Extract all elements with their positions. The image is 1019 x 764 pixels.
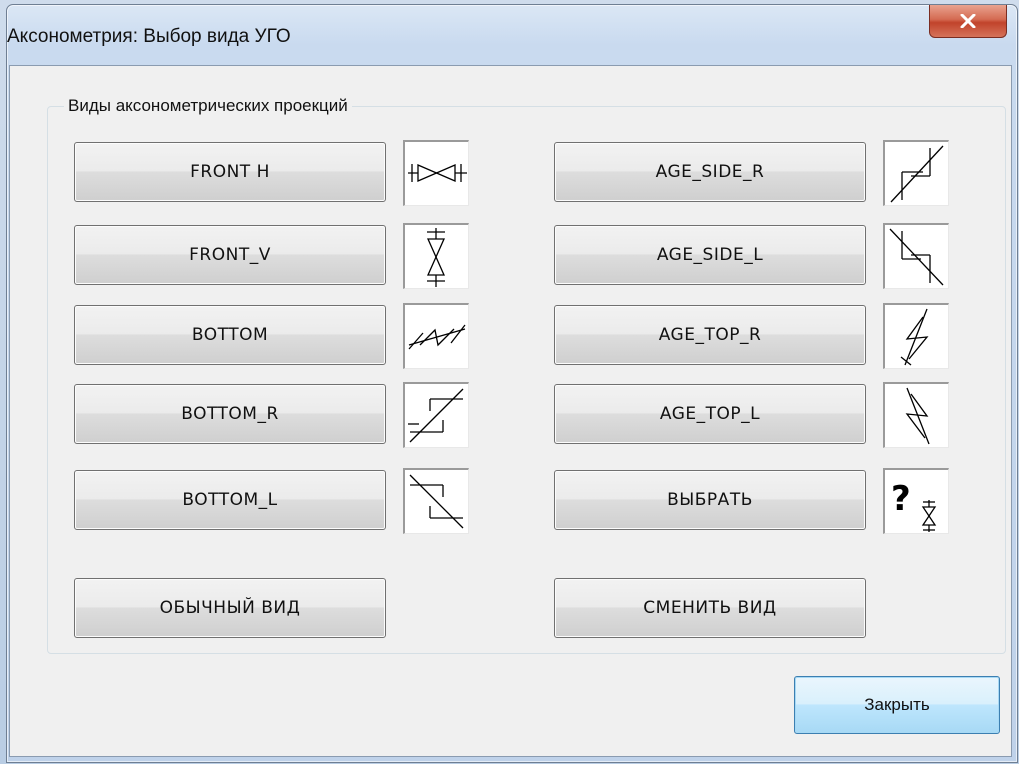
valve-iso-side-right-icon xyxy=(890,145,944,203)
dialog-window: Аксонометрия: Выбор вида УГО Виды аксоно… xyxy=(6,4,1018,763)
valve-horizontal-icon xyxy=(408,164,467,182)
front-v-icon-box xyxy=(403,223,469,289)
svg-text:?: ? xyxy=(891,479,911,519)
choose-icon-box: ? xyxy=(883,468,949,534)
normal-view-button[interactable]: ОБЫЧНЫЙ ВИД xyxy=(74,578,386,638)
change-view-button[interactable]: СМЕНИТЬ ВИД xyxy=(554,578,866,638)
bottom-r-icon-box xyxy=(403,382,469,448)
valve-iso-top-left-icon xyxy=(905,387,930,445)
close-icon xyxy=(960,14,976,28)
valve-iso-bottom-icon xyxy=(408,324,466,350)
age-top-r-button[interactable]: AGE_TOP_R xyxy=(554,305,866,365)
valve-vertical-icon xyxy=(426,228,446,287)
valve-iso-bottom-left-icon xyxy=(409,474,464,529)
valve-iso-side-left-icon xyxy=(889,228,944,286)
age-top-r-icon-box xyxy=(883,303,949,369)
choose-button[interactable]: ВЫБРАТЬ xyxy=(554,470,866,530)
bottom-r-button[interactable]: BOTTOM_R xyxy=(74,384,386,444)
age-side-r-button[interactable]: AGE_SIDE_R xyxy=(554,142,866,202)
bottom-l-button[interactable]: BOTTOM_L xyxy=(74,470,386,530)
group-label: Виды аксонометрических проекций xyxy=(64,96,352,116)
age-top-l-icon-box xyxy=(883,382,949,448)
front-h-button[interactable]: FRONT H xyxy=(74,142,386,202)
close-dialog-button[interactable]: Закрыть xyxy=(794,676,1000,734)
window-title: Аксонометрия: Выбор вида УГО xyxy=(7,26,291,47)
age-top-l-button[interactable]: AGE_TOP_L xyxy=(554,384,866,444)
bottom-l-icon-box xyxy=(403,468,469,534)
age-side-r-icon-box xyxy=(883,140,949,206)
valve-iso-bottom-right-icon xyxy=(408,388,464,443)
bottom-icon-box xyxy=(403,303,469,369)
question-valve-icon: ? xyxy=(891,479,937,532)
window-close-button[interactable] xyxy=(929,5,1007,38)
valve-iso-top-right-icon xyxy=(900,308,929,366)
age-side-l-button[interactable]: AGE_SIDE_L xyxy=(554,225,866,285)
age-side-l-icon-box xyxy=(883,223,949,289)
front-h-icon-box xyxy=(403,140,469,206)
bottom-button[interactable]: BOTTOM xyxy=(74,305,386,365)
front-v-button[interactable]: FRONT_V xyxy=(74,225,386,285)
dialog-client-area: Виды аксонометрических проекций FRONT H … xyxy=(9,65,1012,757)
